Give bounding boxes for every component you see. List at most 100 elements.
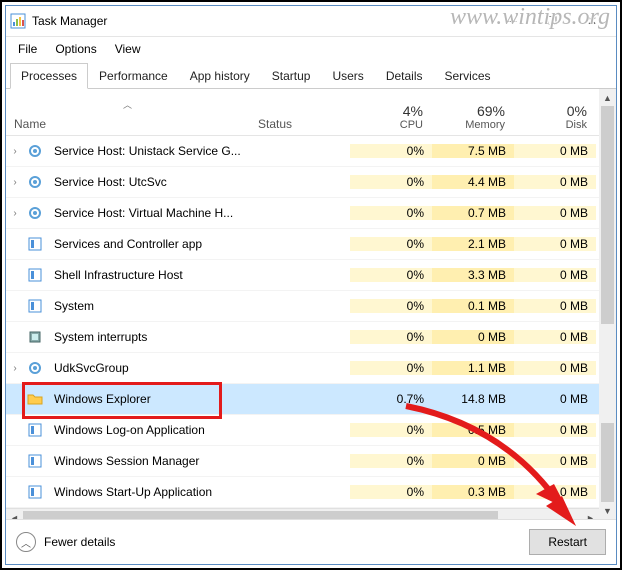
vscroll-thumb-upper[interactable]	[601, 106, 614, 324]
process-name: Shell Infrastructure Host	[46, 268, 250, 282]
watermark-text: www.wintips.org	[450, 4, 610, 31]
table-row[interactable]: Windows Session Manager0%0 MB0 MB	[6, 446, 599, 477]
task-manager-window: Task Manager ─ ☐ ✕ File Options View Pro…	[5, 5, 617, 565]
process-memory: 0 MB	[432, 454, 514, 468]
table-row[interactable]: System 0%0.1 MB0 MB	[6, 291, 599, 322]
process-name: Windows Start-Up Application	[46, 485, 250, 499]
process-disk: 0 MB	[514, 206, 596, 220]
col-cpu[interactable]: 4% CPU	[350, 99, 432, 135]
process-cpu: 0%	[350, 423, 432, 437]
table-row[interactable]: ›Service Host: UtcSvc0%4.4 MB0 MB	[6, 167, 599, 198]
horizontal-scrollbar[interactable]: ◄ ►	[6, 508, 599, 519]
vscroll-thumb-lower[interactable]	[601, 423, 614, 502]
process-cpu: 0.7%	[350, 392, 432, 406]
process-icon	[24, 329, 46, 345]
process-cpu: 0%	[350, 237, 432, 251]
process-icon	[24, 298, 46, 314]
process-name: Windows Log-on Application	[46, 423, 250, 437]
process-cpu: 0%	[350, 485, 432, 499]
vertical-scrollbar[interactable]: ▲ ▼	[599, 89, 616, 519]
process-disk: 0 MB	[514, 175, 596, 189]
process-memory: 2.1 MB	[432, 237, 514, 251]
hscroll-thumb[interactable]	[23, 511, 498, 519]
table-row[interactable]: Shell Infrastructure Host0%3.3 MB0 MB	[6, 260, 599, 291]
tab-details[interactable]: Details	[375, 63, 434, 89]
table-row[interactable]: Windows Explorer 0.7%14.8 MB0 MB	[6, 384, 599, 415]
chevron-up-icon: ︿	[16, 532, 36, 552]
tab-processes[interactable]: Processes	[10, 63, 88, 89]
process-disk: 0 MB	[514, 299, 596, 313]
tab-app-history[interactable]: App history	[179, 63, 261, 89]
menu-file[interactable]: File	[10, 39, 45, 59]
col-status[interactable]: Status	[250, 113, 350, 135]
col-disk-label: Disk	[522, 119, 587, 131]
table-row[interactable]: Windows Start-Up Application0%0.3 MB0 MB	[6, 477, 599, 508]
tab-startup[interactable]: Startup	[261, 63, 322, 89]
process-name: Service Host: UtcSvc	[46, 175, 250, 189]
process-rows: ›Service Host: Unistack Service G...0%7.…	[6, 136, 599, 508]
col-name-label: Name	[14, 117, 241, 131]
table-row[interactable]: ›Service Host: Unistack Service G...0%7.…	[6, 136, 599, 167]
process-icon	[24, 236, 46, 252]
col-cpu-label: CPU	[358, 119, 423, 131]
process-icon	[24, 484, 46, 500]
process-disk: 0 MB	[514, 268, 596, 282]
scroll-left-icon[interactable]: ◄	[6, 509, 23, 519]
process-memory: 0.3 MB	[432, 485, 514, 499]
expand-icon[interactable]: ›	[6, 363, 24, 374]
restart-button[interactable]: Restart	[529, 529, 606, 555]
process-memory: 4.4 MB	[432, 175, 514, 189]
tab-users[interactable]: Users	[321, 63, 374, 89]
process-disk: 0 MB	[514, 237, 596, 251]
process-cpu: 0%	[350, 268, 432, 282]
process-name: Windows Explorer	[46, 392, 250, 406]
scroll-down-icon[interactable]: ▼	[599, 502, 616, 519]
tab-performance[interactable]: Performance	[88, 63, 179, 89]
menu-view[interactable]: View	[107, 39, 149, 59]
col-memory[interactable]: 69% Memory	[432, 99, 514, 135]
process-name: Services and Controller app	[46, 237, 250, 251]
expand-icon[interactable]: ›	[6, 177, 24, 188]
process-icon	[24, 174, 46, 190]
process-memory: 0.1 MB	[432, 299, 514, 313]
fewer-details-label: Fewer details	[44, 535, 115, 549]
process-icon	[24, 391, 46, 407]
process-icon	[24, 422, 46, 438]
process-icon	[24, 205, 46, 221]
table-row[interactable]: ›UdkSvcGroup0%1.1 MB0 MB	[6, 353, 599, 384]
expand-icon[interactable]: ›	[6, 208, 24, 219]
disk-usage-pct: 0%	[522, 103, 587, 119]
process-grid: ︿ Name Status 4% CPU 69% Memory 0% Disk	[6, 89, 616, 519]
tab-services[interactable]: Services	[434, 63, 502, 89]
fewer-details-toggle[interactable]: ︿ Fewer details	[16, 532, 529, 552]
table-row[interactable]: Windows Log-on Application0%0.5 MB0 MB	[6, 415, 599, 446]
menu-options[interactable]: Options	[47, 39, 104, 59]
process-name: Service Host: Unistack Service G...	[46, 144, 250, 158]
process-name: System	[46, 299, 250, 313]
col-disk[interactable]: 0% Disk	[514, 99, 596, 135]
process-name: Windows Session Manager	[46, 454, 250, 468]
process-memory: 1.1 MB	[432, 361, 514, 375]
tab-strip: Processes Performance App history Startu…	[6, 63, 616, 89]
col-name[interactable]: ︿ Name	[6, 94, 250, 135]
expand-icon[interactable]: ›	[6, 146, 24, 157]
process-cpu: 0%	[350, 454, 432, 468]
footer: ︿ Fewer details Restart	[6, 519, 616, 564]
process-name: Service Host: Virtual Machine H...	[46, 206, 250, 220]
process-icon	[24, 453, 46, 469]
column-headers: ︿ Name Status 4% CPU 69% Memory 0% Disk	[6, 89, 599, 136]
scroll-right-icon[interactable]: ►	[582, 509, 599, 519]
process-cpu: 0%	[350, 330, 432, 344]
process-memory: 14.8 MB	[432, 392, 514, 406]
scroll-up-icon[interactable]: ▲	[599, 89, 616, 106]
process-disk: 0 MB	[514, 392, 596, 406]
menubar: File Options View	[6, 37, 616, 61]
table-row[interactable]: Services and Controller app 0%2.1 MB0 MB	[6, 229, 599, 260]
cpu-usage-pct: 4%	[358, 103, 423, 119]
col-memory-label: Memory	[440, 119, 505, 131]
process-cpu: 0%	[350, 299, 432, 313]
process-cpu: 0%	[350, 144, 432, 158]
process-name: System interrupts	[46, 330, 250, 344]
table-row[interactable]: ›Service Host: Virtual Machine H...0%0.7…	[6, 198, 599, 229]
table-row[interactable]: System interrupts0%0 MB0 MB	[6, 322, 599, 353]
